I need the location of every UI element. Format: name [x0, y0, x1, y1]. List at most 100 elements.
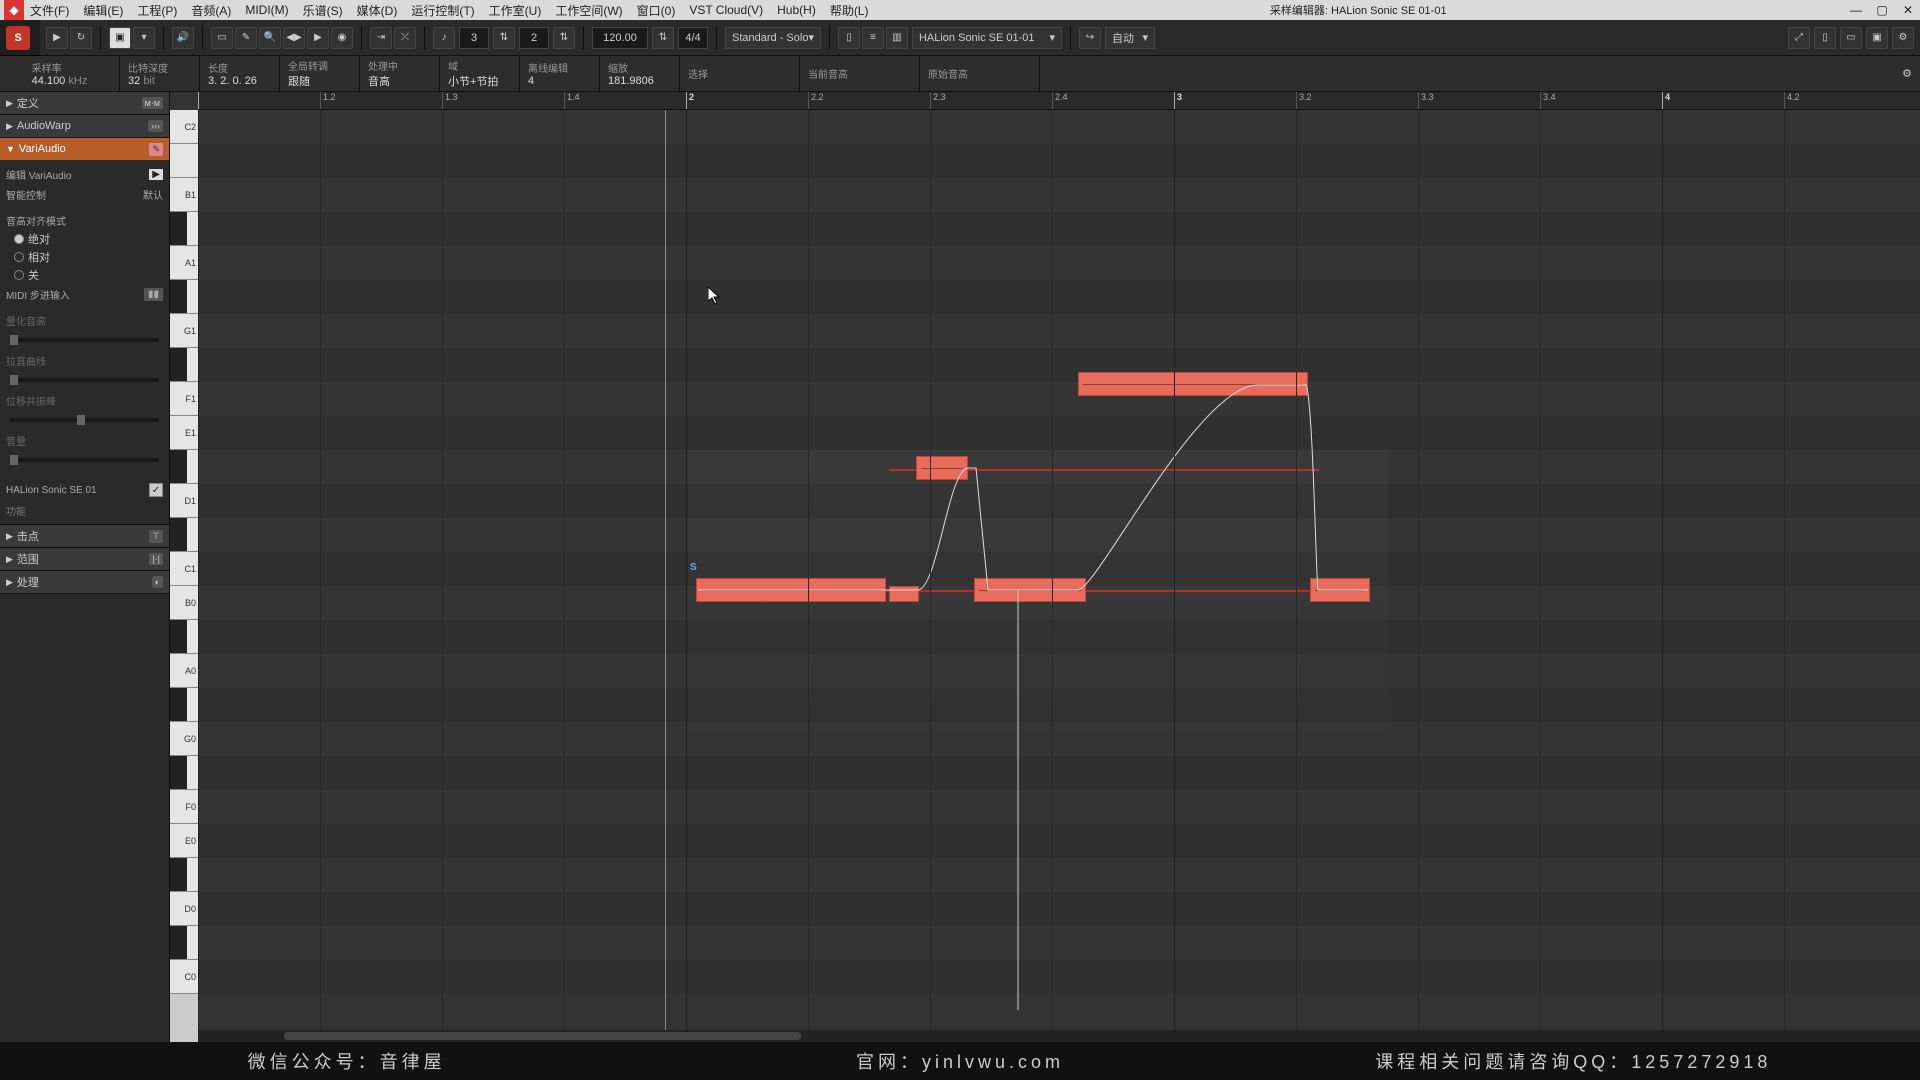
piano-key[interactable]: [170, 450, 198, 484]
section-range[interactable]: ▶范围|·|: [0, 548, 169, 570]
variaudio-icon[interactable]: ✎: [149, 143, 163, 156]
radio-relative[interactable]: 相对: [6, 248, 163, 266]
section-process[interactable]: ▶处理◐: [0, 571, 169, 593]
instrument-select[interactable]: HALion Sonic SE 01-01▾: [912, 27, 1062, 49]
h-scroll-thumb[interactable]: [284, 1032, 801, 1040]
volume-slider[interactable]: [6, 450, 163, 470]
algorithm-select[interactable]: Standard - Solo▾: [725, 27, 821, 49]
piano-key[interactable]: C0: [170, 960, 198, 994]
tool-draw-icon[interactable]: ✎: [235, 27, 257, 49]
ruler-mark[interactable]: 1.4: [564, 92, 580, 109]
radio-off[interactable]: 关: [6, 266, 163, 284]
menu-studio[interactable]: 工作室(U): [489, 2, 542, 19]
hitpoint-icon[interactable]: ⊤: [149, 530, 163, 543]
timesig-value[interactable]: 4/4: [678, 27, 708, 49]
menu-score[interactable]: 乐谱(S): [303, 2, 343, 19]
piano-key[interactable]: [170, 620, 198, 654]
piano-key[interactable]: D0: [170, 892, 198, 926]
loop-icon[interactable]: ↻: [70, 27, 92, 49]
menu-file[interactable]: 文件(F): [30, 2, 69, 19]
piano-key[interactable]: D1: [170, 484, 198, 518]
section-definition[interactable]: ▶定义ᴍ·ᴍ: [0, 92, 169, 114]
radio-absolute[interactable]: 绝对: [6, 230, 163, 248]
menu-edit[interactable]: 编辑(E): [83, 2, 123, 19]
section-variaudio[interactable]: ▼VariAudio✎: [0, 138, 169, 160]
piano-key[interactable]: C1: [170, 552, 198, 586]
audio-segment[interactable]: [889, 586, 919, 602]
audio-segment[interactable]: [1310, 578, 1370, 602]
gear-icon[interactable]: ⚙: [1902, 67, 1912, 80]
snap-zero-icon[interactable]: ⤬: [394, 27, 416, 49]
piano-key[interactable]: [170, 688, 198, 722]
piano-key[interactable]: [170, 212, 198, 246]
piano-key[interactable]: A1: [170, 246, 198, 280]
vari-play-icon[interactable]: ▶: [149, 169, 163, 180]
quantize-pitch-slider[interactable]: [6, 330, 163, 350]
audio-segment[interactable]: [1078, 372, 1308, 396]
ruler-mark[interactable]: 3.3: [1418, 92, 1434, 109]
grid-area[interactable]: S: [198, 110, 1920, 1042]
menu-vstcloud[interactable]: VST Cloud(V): [689, 3, 763, 17]
length-value[interactable]: 2: [519, 27, 549, 49]
menu-window[interactable]: 窗口(0): [637, 2, 676, 19]
ruler-mark[interactable]: 3: [1174, 92, 1182, 109]
piano-key[interactable]: [170, 518, 198, 552]
piano-key[interactable]: [170, 280, 198, 314]
ruler-mark[interactable]: 2.4: [1052, 92, 1068, 109]
piano-key[interactable]: E0: [170, 824, 198, 858]
piano-key[interactable]: [170, 756, 198, 790]
ruler-mark[interactable]: 2: [686, 92, 694, 109]
menu-workspace[interactable]: 工作空间(W): [555, 2, 622, 19]
piano-key[interactable]: F0: [170, 790, 198, 824]
snap-toggle-icon[interactable]: ⇥: [370, 27, 392, 49]
process-icon[interactable]: ◐: [152, 576, 163, 588]
piano-key[interactable]: A0: [170, 654, 198, 688]
formant-slider[interactable]: [6, 410, 163, 430]
dropdown-icon[interactable]: ▾: [133, 27, 155, 49]
ruler-mark[interactable]: 1.3: [442, 92, 458, 109]
layout3-icon[interactable]: ▭: [1840, 27, 1862, 49]
menu-midi[interactable]: MIDI(M): [245, 3, 288, 17]
piano-key[interactable]: [170, 926, 198, 960]
minimize-icon[interactable]: —: [1848, 3, 1864, 17]
smart-value[interactable]: 默认: [143, 187, 163, 202]
spinner-icon[interactable]: ⇅: [652, 27, 674, 49]
function-row[interactable]: 功能: [6, 500, 163, 520]
piano-key[interactable]: [170, 144, 198, 178]
audio-segment[interactable]: [916, 456, 968, 480]
mode-icon[interactable]: ᴍ·ᴍ: [142, 97, 163, 109]
audio-segment[interactable]: [974, 578, 1086, 602]
ruler-mark[interactable]: 4.2: [1784, 92, 1800, 109]
piano-key[interactable]: E1: [170, 416, 198, 450]
layout-icon[interactable]: ⤢: [1788, 27, 1810, 49]
piano-key[interactable]: C2: [170, 110, 198, 144]
ruler-mark[interactable]: 3.4: [1540, 92, 1556, 109]
warp-icon[interactable]: ›››: [148, 120, 163, 132]
piano-key[interactable]: F1: [170, 382, 198, 416]
ruler-mark[interactable]: 2.2: [808, 92, 824, 109]
midi-step-row[interactable]: MIDI 步进输入 ▮▮: [6, 284, 163, 304]
time-ruler[interactable]: 1.21.31.422.22.32.433.23.33.444.2: [198, 92, 1920, 110]
locator-line[interactable]: [665, 110, 666, 1042]
section-audiowarp[interactable]: ▶AudioWarp›››: [0, 115, 169, 137]
menu-help[interactable]: 帮助(L): [830, 2, 869, 19]
piano-key[interactable]: [170, 858, 198, 892]
autoscroll-mode[interactable]: 自动▾: [1105, 27, 1155, 49]
menu-hub[interactable]: Hub(H): [777, 3, 816, 17]
settings-icon[interactable]: ⚙: [1892, 27, 1914, 49]
audio-segment[interactable]: [696, 578, 886, 602]
autoscroll-icon[interactable]: ↪: [1079, 27, 1101, 49]
window-split1-icon[interactable]: ▯: [838, 27, 860, 49]
audition-icon[interactable]: 🔊: [172, 27, 194, 49]
tempo-value[interactable]: 120.00: [592, 27, 648, 49]
tool-range-icon[interactable]: ▭: [211, 27, 233, 49]
spinner-icon[interactable]: ⇅: [553, 27, 575, 49]
quantize-value[interactable]: 3: [459, 27, 489, 49]
layout2-icon[interactable]: ▯: [1814, 27, 1836, 49]
edit-variaudio-row[interactable]: 编辑 VariAudio ▶: [6, 164, 163, 184]
ruler-mark[interactable]: [198, 92, 201, 109]
instrument-row[interactable]: HALion Sonic SE 01 ✓: [6, 480, 163, 500]
menu-project[interactable]: 工程(P): [137, 2, 177, 19]
h-scrollbar[interactable]: [198, 1030, 1920, 1042]
editor-area[interactable]: 1.21.31.422.22.32.433.23.33.444.2 事件开始位置…: [170, 92, 1920, 1042]
